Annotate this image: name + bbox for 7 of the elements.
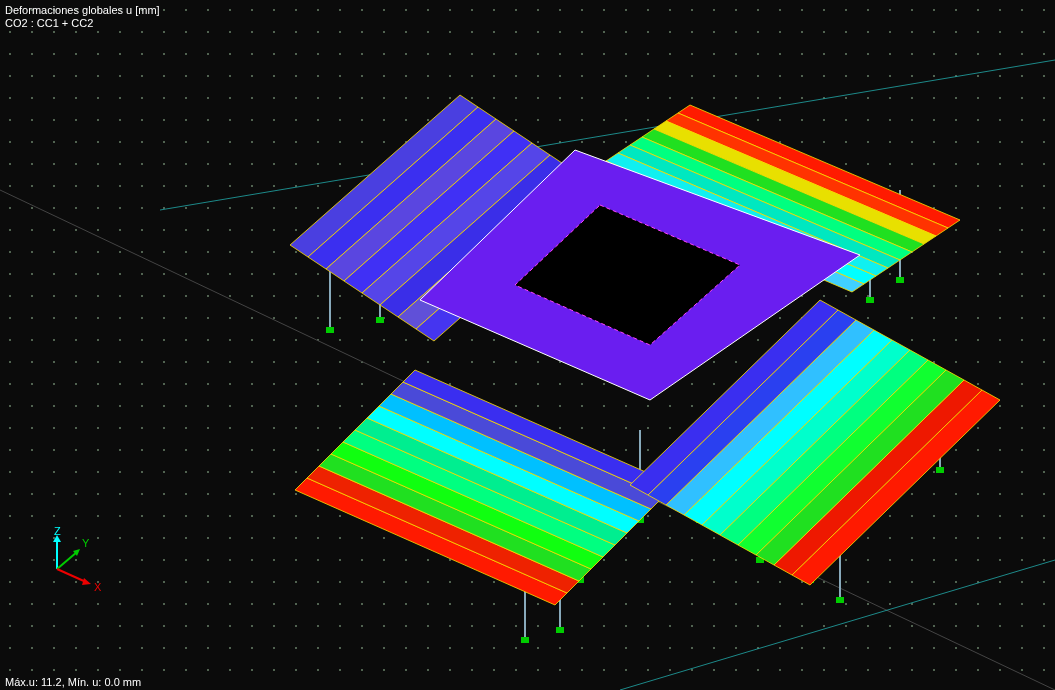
z-axis-label: Z [54,525,61,537]
result-title: Deformaciones globales u [mm] [5,4,160,17]
y-axis-label: Y [82,537,90,549]
axis-triad-icon [53,535,91,585]
x-axis-label: X [94,581,102,593]
load-combination-label: CO2 : CC1 + CC2 [5,17,95,30]
min-max-status: Máx.u: 11.2, Mín. u: 0.0 mm [5,675,142,689]
